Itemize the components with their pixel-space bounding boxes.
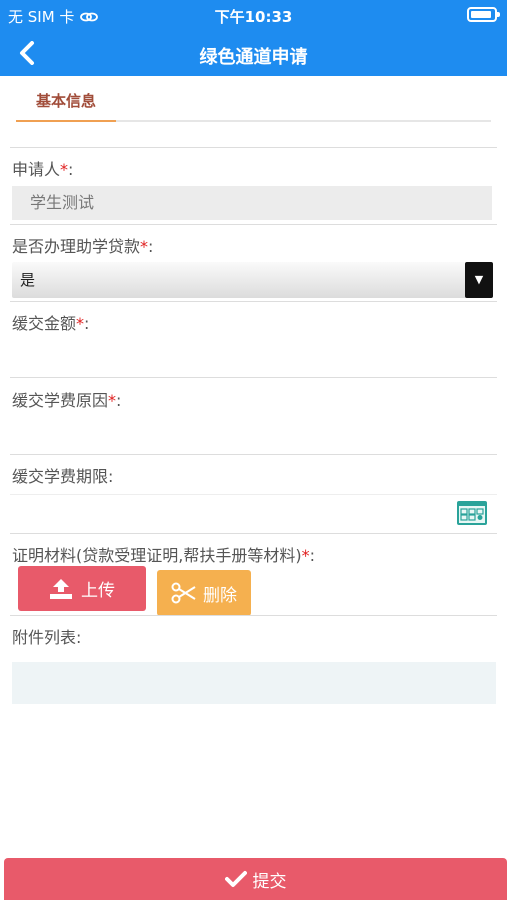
battery-fill bbox=[471, 11, 491, 18]
divider bbox=[10, 224, 497, 225]
applicant-field: 学生测试 bbox=[12, 186, 492, 220]
divider bbox=[10, 301, 497, 302]
calendar-icon bbox=[457, 501, 487, 525]
upload-icon bbox=[50, 578, 72, 599]
status-time: 下午10:33 bbox=[214, 8, 293, 26]
required-mark: * bbox=[301, 546, 310, 565]
tab-basic-info[interactable]: 基本信息 bbox=[16, 82, 116, 122]
attachments-label: 附件列表: bbox=[12, 624, 81, 648]
required-mark: * bbox=[60, 160, 69, 179]
divider bbox=[10, 615, 497, 616]
calendar-button[interactable] bbox=[456, 500, 488, 526]
divider bbox=[10, 454, 497, 455]
label-suffix: : bbox=[84, 314, 90, 333]
student-loan-label: 是否办理助学贷款*: bbox=[12, 233, 153, 257]
label-suffix: : bbox=[68, 160, 74, 179]
delete-label: 删除 bbox=[203, 585, 237, 606]
student-loan-select[interactable]: 是 ▼ bbox=[12, 262, 493, 298]
triangle-down-icon[interactable]: ▼ bbox=[465, 262, 493, 298]
proof-materials-label: 证明材料(贷款受理证明,帮扶手册等材料)*: bbox=[12, 542, 315, 566]
label-suffix: : bbox=[309, 546, 315, 565]
divider bbox=[10, 147, 497, 148]
label-suffix: : bbox=[116, 391, 122, 410]
deferred-amount-input[interactable] bbox=[12, 338, 497, 376]
deferred-deadline-input[interactable] bbox=[12, 495, 452, 533]
divider bbox=[10, 533, 497, 534]
deferred-deadline-label-text: 缓交学费期限 bbox=[12, 467, 109, 486]
student-loan-value: 是 bbox=[20, 271, 36, 289]
required-mark: * bbox=[76, 314, 85, 333]
scissors-icon bbox=[171, 582, 196, 604]
label-suffix: : bbox=[76, 628, 82, 647]
submit-button[interactable]: 提交 bbox=[4, 858, 507, 900]
status-bar: 无 SIM 卡 下午10:33 bbox=[0, 0, 507, 30]
deferred-reason-label: 缓交学费原因*: bbox=[12, 387, 121, 411]
nav-bar: 绿色通道申请 bbox=[0, 30, 507, 76]
battery-icon bbox=[467, 7, 500, 22]
deferred-amount-label: 缓交金额*: bbox=[12, 310, 89, 334]
deferred-deadline-label: 缓交学费期限: bbox=[12, 463, 113, 487]
deferred-reason-label-text: 缓交学费原因 bbox=[12, 391, 109, 410]
deferred-reason-input[interactable] bbox=[12, 415, 497, 453]
required-mark: * bbox=[108, 391, 117, 410]
student-loan-label-text: 是否办理助学贷款 bbox=[12, 237, 141, 256]
applicant-label: 申请人*: bbox=[12, 156, 73, 180]
applicant-label-text: 申请人 bbox=[12, 160, 61, 179]
delete-button[interactable]: 删除 bbox=[157, 570, 251, 616]
attachment-list bbox=[12, 662, 496, 704]
divider bbox=[10, 377, 497, 378]
label-suffix: : bbox=[148, 237, 154, 256]
upload-button[interactable]: 上传 bbox=[18, 566, 146, 611]
page-title: 绿色通道申请 bbox=[199, 47, 308, 68]
deferred-amount-label-text: 缓交金额 bbox=[12, 314, 77, 333]
upload-label: 上传 bbox=[81, 581, 115, 601]
checkmark-icon bbox=[224, 871, 247, 887]
tab-bar: 基本信息 bbox=[16, 82, 491, 122]
submit-label: 提交 bbox=[252, 871, 287, 892]
label-suffix: : bbox=[108, 467, 114, 486]
required-mark: * bbox=[140, 237, 149, 256]
attachments-label-text: 附件列表 bbox=[12, 628, 77, 647]
proof-materials-label-text: 证明材料(贷款受理证明,帮扶手册等材料) bbox=[12, 546, 302, 565]
